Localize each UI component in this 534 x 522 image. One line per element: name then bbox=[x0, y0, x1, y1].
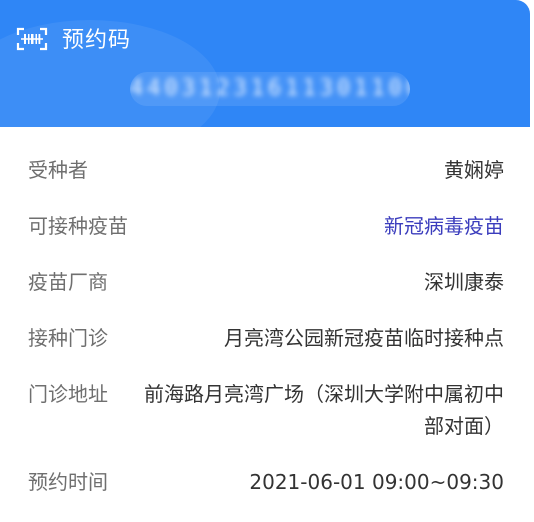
appointment-code-value: 44031231611301100 bbox=[130, 76, 410, 101]
vaccine-link[interactable]: 新冠病毒疫苗 bbox=[384, 210, 504, 242]
row-label: 受种者 bbox=[28, 158, 88, 182]
header-title: 预约码 bbox=[62, 28, 132, 53]
row-value: 前海路月亮湾广场（深圳大学附中属初中部对面） bbox=[144, 382, 504, 438]
row-label: 可接种疫苗 bbox=[28, 214, 128, 238]
appointment-card: 预约码 44031231611301100 受种者 黄娴婷 可接种疫苗 新冠病毒… bbox=[0, 0, 534, 522]
barcode-scan-icon bbox=[16, 27, 48, 51]
row-label: 门诊地址 bbox=[28, 382, 108, 406]
row-label: 疫苗厂商 bbox=[28, 270, 108, 294]
row-value: 黄娴婷 bbox=[444, 158, 504, 182]
row-value: 月亮湾公园新冠疫苗临时接种点 bbox=[224, 326, 504, 350]
row-value: 深圳康泰 bbox=[424, 270, 504, 294]
appointment-code-header: 预约码 44031231611301100 bbox=[0, 0, 530, 127]
row-label: 预约时间 bbox=[28, 470, 108, 494]
row-label: 接种门诊 bbox=[28, 326, 108, 350]
row-value: 2021-06-01 09:00~09:30 bbox=[249, 470, 504, 494]
appointment-code: 44031231611301100 bbox=[130, 72, 410, 106]
